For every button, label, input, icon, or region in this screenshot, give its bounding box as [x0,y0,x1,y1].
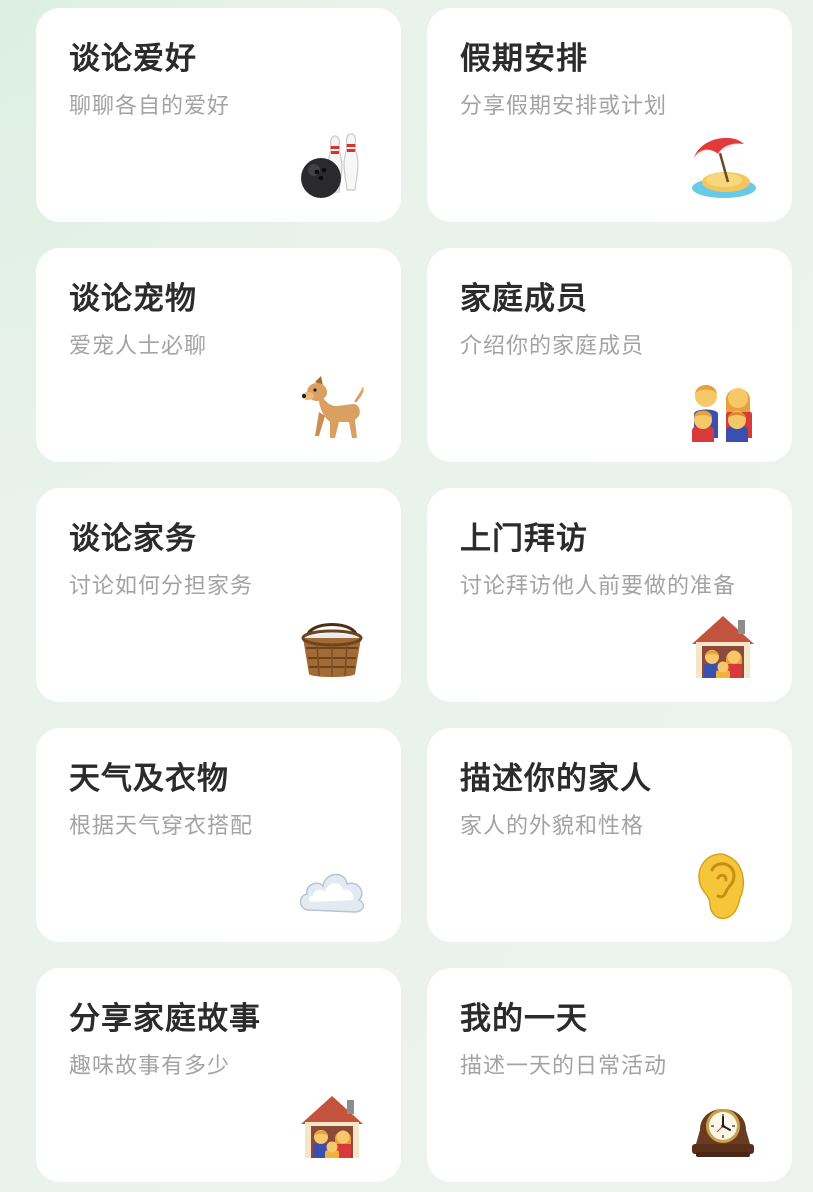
dog-icon [297,372,367,442]
house-family-icon [688,612,758,682]
topic-title: 家庭成员 [460,281,588,317]
family-icon [688,372,758,442]
topic-title: 谈论宠物 [69,281,197,317]
topic-card-housework[interactable]: 谈论家务 讨论如何分担家务 [36,488,401,702]
topic-card-family-stories[interactable]: 分享家庭故事 趣味故事有多少 [36,968,401,1182]
topic-card-my-day[interactable]: 我的一天 描述一天的日常活动 [427,968,792,1182]
topic-title: 上门拜访 [460,521,588,557]
topic-subtitle: 描述一天的日常活动 [460,1054,668,1079]
topic-subtitle: 介绍你的家庭成员 [460,334,645,359]
topic-subtitle: 趣味故事有多少 [69,1054,231,1079]
topic-title: 分享家庭故事 [69,1001,261,1037]
ear-icon [688,852,758,922]
cloud-icon [297,852,367,922]
topic-title: 天气及衣物 [69,761,229,797]
topic-card-hobbies[interactable]: 谈论爱好 聊聊各自的爱好 [36,8,401,222]
mantel-clock-icon [688,1092,758,1162]
topic-card-weather-clothing[interactable]: 天气及衣物 根据天气穿衣搭配 [36,728,401,942]
topic-subtitle: 爱宠人士必聊 [69,334,208,359]
topic-subtitle: 根据天气穿衣搭配 [69,814,254,839]
beach-umbrella-icon [688,132,758,202]
house-family-icon [297,1092,367,1162]
topic-grid: 谈论爱好 聊聊各自的爱好 假期安排 分享假期安排或计划 谈论宠物 爱宠人士必聊 … [36,8,792,1182]
topic-title: 谈论爱好 [69,41,197,77]
bowling-icon [297,132,367,202]
topic-subtitle: 分享假期安排或计划 [460,94,668,119]
topic-subtitle: 聊聊各自的爱好 [69,94,231,119]
topic-subtitle: 讨论如何分担家务 [69,574,254,599]
topic-title: 描述你的家人 [460,761,652,797]
topic-title: 谈论家务 [69,521,197,557]
topic-title: 我的一天 [460,1001,588,1037]
topic-card-pets[interactable]: 谈论宠物 爱宠人士必聊 [36,248,401,462]
topic-subtitle: 家人的外貌和性格 [460,814,645,839]
topic-card-describe-family[interactable]: 描述你的家人 家人的外貌和性格 [427,728,792,942]
topic-title: 假期安排 [460,41,588,77]
topic-card-family-members[interactable]: 家庭成员 介绍你的家庭成员 [427,248,792,462]
topic-card-holiday-plans[interactable]: 假期安排 分享假期安排或计划 [427,8,792,222]
topic-subtitle: 讨论拜访他人前要做的准备 [460,574,737,599]
topic-card-home-visit[interactable]: 上门拜访 讨论拜访他人前要做的准备 [427,488,792,702]
laundry-basket-icon [297,612,367,682]
